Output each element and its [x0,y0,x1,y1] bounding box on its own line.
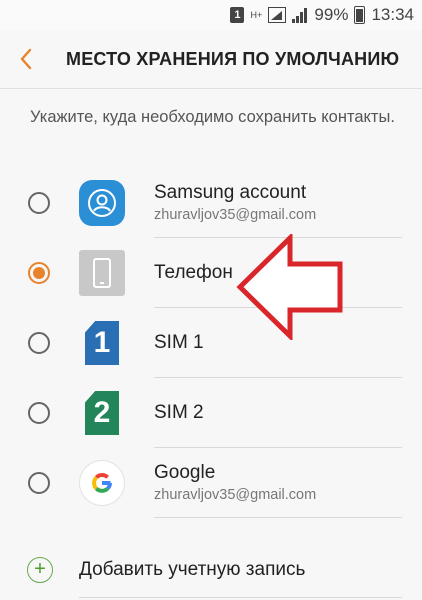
description-text: Укажите, куда необходимо сохранить конта… [30,108,395,126]
option-title: Телефон [154,262,233,283]
battery-icon [354,6,366,24]
header-divider [0,88,422,89]
option-subtitle: zhuravljov35@gmail.com [154,487,317,503]
option-subtitle: zhuravljov35@gmail.com [154,207,317,223]
chevron-left-icon [20,48,32,70]
page-title: МЕСТО ХРАНЕНИЯ ПО УМОЛЧАНИЮ [66,48,400,69]
radio-button[interactable] [28,472,50,494]
option-phone[interactable]: Телефон [0,238,422,308]
radio-button[interactable] [28,332,50,354]
no-signal-icon [268,7,287,23]
samsung-account-icon [79,180,125,226]
option-sim1[interactable]: 1 SIM 1 [0,308,422,378]
sim2-icon: 2 [85,391,119,435]
back-button[interactable] [0,30,52,88]
sim1-icon: 1 [85,321,119,365]
option-sim2[interactable]: 2 SIM 2 [0,378,422,448]
screen: 1 H+ 99% 13:34 МЕСТО ХРАНЕНИЯ ПО УМОЛЧАН… [0,0,422,600]
divider [154,517,402,518]
plus-icon: + [27,557,53,583]
option-title: Google [154,462,216,483]
phone-icon [79,250,125,296]
app-bar: МЕСТО ХРАНЕНИЯ ПО УМОЛЧАНИЮ [0,30,422,88]
radio-button[interactable] [28,192,50,214]
status-icons: 1 H+ 99% 13:34 [230,4,414,26]
option-title: Samsung account [154,182,307,203]
notification-icon: 1 [230,7,245,23]
storage-options-list: Samsung account zhuravljov35@gmail.com Т… [0,168,422,518]
option-google[interactable]: Google zhuravljov35@gmail.com [0,448,422,518]
signal-icon [292,7,308,23]
radio-button[interactable] [28,402,50,424]
battery-percent: 99% [314,5,349,24]
google-icon [79,460,125,506]
add-account-label: Добавить учетную запись [79,559,306,580]
option-title: SIM 1 [154,332,204,353]
clock: 13:34 [371,5,414,24]
option-samsung-account[interactable]: Samsung account zhuravljov35@gmail.com [0,168,422,238]
add-account-button[interactable]: + Добавить учетную запись [0,540,422,600]
divider [79,597,402,598]
status-bar: 1 H+ 99% 13:34 [0,0,422,30]
option-title: SIM 2 [154,402,204,423]
network-type-icon: H+ [250,9,263,20]
radio-button-selected[interactable] [28,262,50,284]
